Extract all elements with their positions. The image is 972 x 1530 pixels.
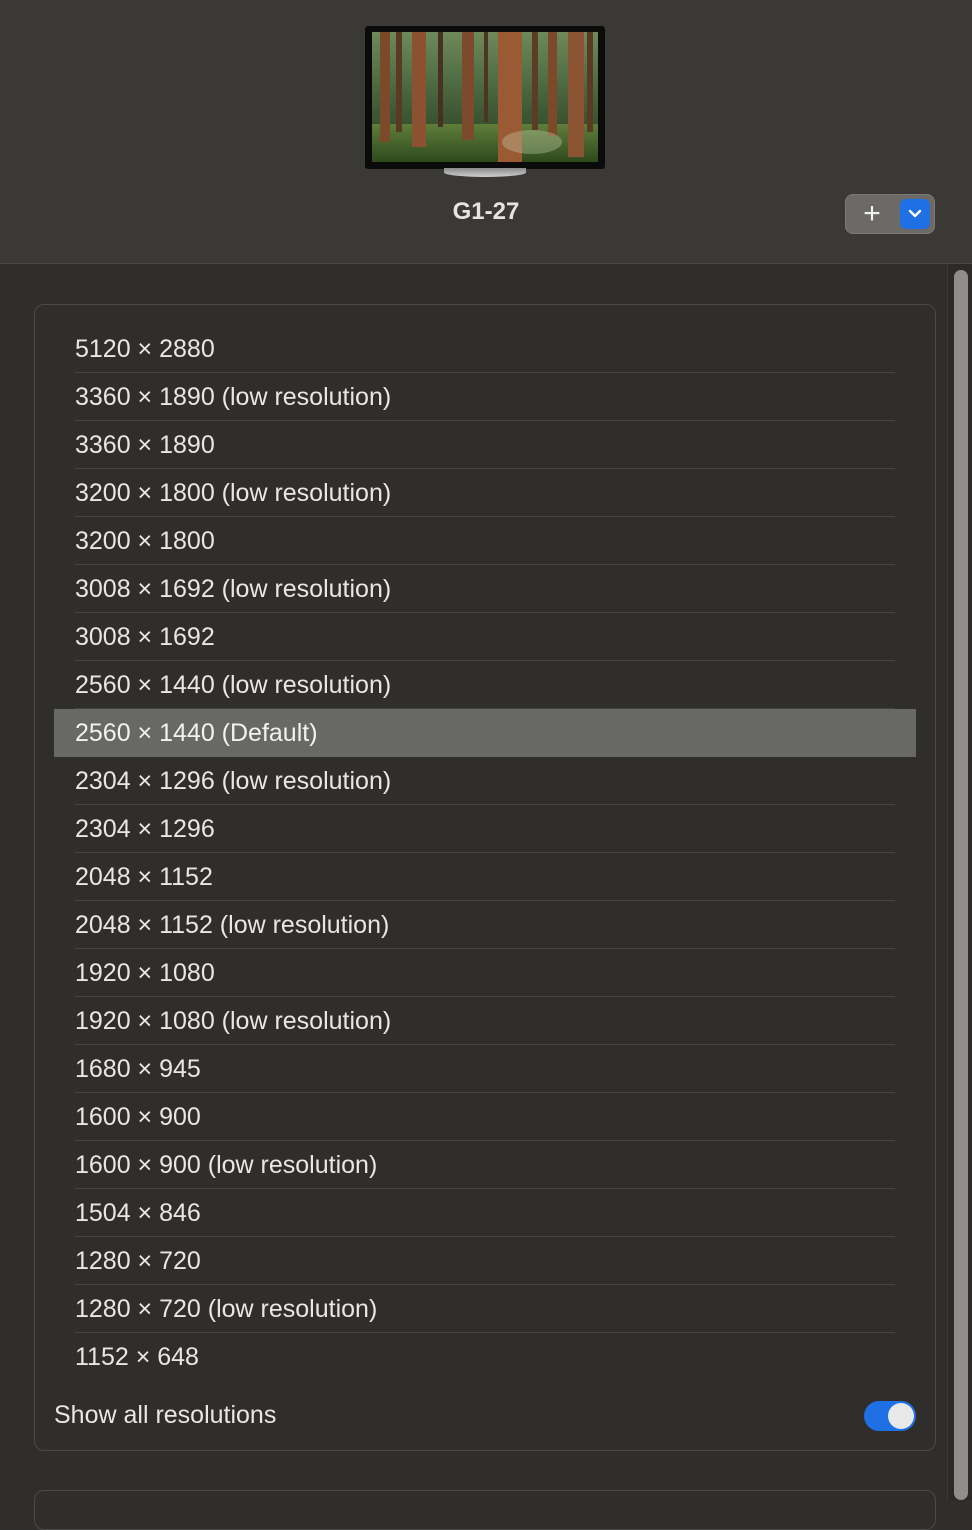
display-header: G1-27 + bbox=[0, 0, 972, 264]
resolution-option[interactable]: 3200 × 1800 (low resolution) bbox=[54, 469, 916, 517]
plus-icon: + bbox=[863, 197, 881, 230]
resolution-option[interactable]: 1600 × 900 (low resolution) bbox=[54, 1141, 916, 1189]
resolution-list: 5120 × 2880 3360 × 1890 (low resolution) 3… bbox=[54, 325, 916, 1381]
resolution-option[interactable]: 1280 × 720 bbox=[54, 1237, 916, 1285]
resolution-panel: 5120 × 2880 3360 × 1890 (low resolution) 3… bbox=[34, 304, 936, 1451]
resolution-option[interactable]: 3200 × 1800 bbox=[54, 517, 916, 565]
resolution-option[interactable]: 2304 × 1296 (low resolution) bbox=[54, 757, 916, 805]
resolution-option[interactable]: 1600 × 900 bbox=[54, 1093, 916, 1141]
resolution-option[interactable]: 5120 × 2880 bbox=[54, 325, 916, 373]
resolution-option[interactable]: 2048 × 1152 bbox=[54, 853, 916, 901]
display-wallpaper-icon bbox=[372, 32, 598, 162]
resolution-option[interactable]: 1504 × 846 bbox=[54, 1189, 916, 1237]
resolution-option[interactable]: 3360 × 1890 bbox=[54, 421, 916, 469]
add-display-button[interactable]: + bbox=[846, 195, 898, 233]
resolution-option[interactable]: 1680 × 945 bbox=[54, 1045, 916, 1093]
resolution-option[interactable]: 3008 × 1692 bbox=[54, 613, 916, 661]
show-all-resolutions-row: Show all resolutions bbox=[54, 1395, 916, 1435]
resolution-option[interactable]: 1152 × 648 bbox=[54, 1333, 916, 1381]
resolution-option[interactable]: 3008 × 1692 (low resolution) bbox=[54, 565, 916, 613]
resolution-option[interactable]: 1920 × 1080 (low resolution) bbox=[54, 997, 916, 1045]
add-display-menu-button[interactable] bbox=[900, 199, 930, 229]
display-stand bbox=[444, 168, 526, 177]
resolution-option[interactable]: 3360 × 1890 (low resolution) bbox=[54, 373, 916, 421]
show-all-resolutions-label: Show all resolutions bbox=[54, 1401, 277, 1429]
resolution-option[interactable]: 2560 × 1440 (Default) bbox=[54, 709, 916, 757]
resolution-option[interactable]: 1920 × 1080 bbox=[54, 949, 916, 997]
chevron-down-icon bbox=[908, 209, 922, 218]
resolution-option[interactable]: 2304 × 1296 bbox=[54, 805, 916, 853]
add-display-control: + bbox=[845, 194, 935, 234]
resolution-option[interactable]: 1280 × 720 (low resolution) bbox=[54, 1285, 916, 1333]
resolution-option[interactable]: 2048 × 1152 (low resolution) bbox=[54, 901, 916, 949]
scrollbar-thumb[interactable] bbox=[954, 270, 968, 1500]
show-all-resolutions-toggle[interactable] bbox=[864, 1401, 916, 1431]
next-settings-panel bbox=[34, 1490, 936, 1530]
display-name: G1-27 bbox=[452, 198, 520, 225]
display-thumbnail[interactable] bbox=[365, 26, 605, 169]
resolution-option[interactable]: 2560 × 1440 (low resolution) bbox=[54, 661, 916, 709]
toggle-knob bbox=[888, 1403, 914, 1429]
